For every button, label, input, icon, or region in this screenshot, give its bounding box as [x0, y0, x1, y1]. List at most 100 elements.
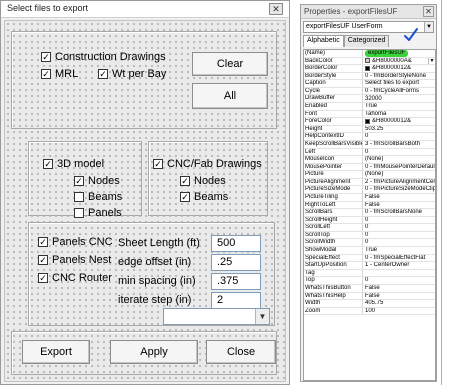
property-row[interactable]: BorderColor &H80000012&	[304, 65, 435, 73]
checkbox-box[interactable]: ✓	[38, 273, 48, 283]
checkbox-box[interactable]: ✓	[153, 159, 163, 169]
checkbox-box[interactable]: ✓	[98, 69, 108, 79]
property-row[interactable]: StartUpPosition 1 - CenterOwner	[304, 262, 435, 270]
property-value[interactable]: False	[363, 285, 435, 292]
tab-alphabetic[interactable]: Alphabetic	[303, 35, 344, 47]
properties-titlebar[interactable]: Properties - exportFilesUF ✕	[301, 5, 436, 19]
property-row[interactable]: Tag	[304, 269, 435, 278]
min-spacing-input[interactable]: .375	[211, 273, 261, 290]
checkbox-panels-nest[interactable]: ✓ Panels Nest	[38, 254, 111, 266]
checkbox-box[interactable]: ✓	[43, 159, 53, 169]
property-row[interactable]: ScrollWidth 0	[304, 239, 435, 248]
checkbox-box[interactable]	[74, 208, 84, 218]
property-value[interactable]: 0	[363, 217, 435, 224]
property-value[interactable]: &H80000012&	[363, 118, 435, 125]
property-value[interactable]: Select files to export	[363, 80, 435, 87]
checkbox-cnc-router[interactable]: ✓ CNC Router	[38, 272, 112, 284]
checkbox-3d-beams[interactable]: Beams	[74, 191, 122, 203]
sheet-length-input[interactable]: 500	[211, 235, 261, 252]
checkbox-cnc-beams[interactable]: ✓ Beams	[180, 191, 228, 203]
property-value[interactable]: True	[363, 103, 435, 110]
property-value[interactable]: Tahoma	[363, 111, 435, 118]
checkbox-3d-model[interactable]: ✓ 3D model	[43, 158, 104, 170]
all-button[interactable]: All	[192, 83, 268, 109]
chevron-down-icon[interactable]: ▼	[255, 309, 269, 324]
property-row[interactable]: ScrollTop 0	[304, 231, 435, 240]
property-row[interactable]: BackColor &H8000000A& ▼	[304, 57, 435, 66]
property-value[interactable]: False	[363, 293, 435, 300]
property-value[interactable]: 32000	[363, 95, 435, 102]
property-row[interactable]: PictureAlignment 2 - fmPictureAlignmentCe…	[304, 178, 435, 187]
property-row[interactable]: HelpContextID 0	[304, 133, 435, 141]
property-row[interactable]: MouseIcon (None)	[304, 156, 435, 164]
clear-button[interactable]: Clear	[192, 52, 268, 76]
property-row[interactable]: (Name) exportFilesUF	[304, 50, 435, 58]
property-row[interactable]: WhatsThisButton False	[304, 284, 435, 293]
property-row[interactable]: ScrollHeight 0	[304, 216, 435, 225]
property-value[interactable]: 0 - fmSpecialEffectFlat	[363, 255, 435, 262]
userform-titlebar[interactable]: Select files to export ✕	[1, 1, 289, 18]
tab-categorized[interactable]: Categorized	[343, 35, 390, 47]
property-value[interactable]: 1 - CenterOwner	[363, 262, 435, 269]
property-row[interactable]: PictureSizeMode 0 - fmPictureSizeModeClip	[304, 186, 435, 194]
checkbox-3d-panels[interactable]: Panels	[74, 207, 122, 219]
property-value[interactable]: 0	[363, 149, 435, 156]
property-row[interactable]: Width 405.75	[304, 300, 435, 308]
options-combobox[interactable]: ▼	[163, 308, 270, 325]
property-value[interactable]: 0	[363, 239, 435, 246]
checkbox-wt-per-bay[interactable]: ✓ Wt per Bay	[98, 68, 166, 80]
property-row[interactable]: Left 0	[304, 148, 435, 157]
checkbox-box[interactable]: ✓	[41, 52, 51, 62]
checkbox-box[interactable]: ✓	[180, 176, 190, 186]
property-row[interactable]: RightToLeft False	[304, 201, 435, 210]
property-row[interactable]: ShowModal True	[304, 247, 435, 255]
close-icon[interactable]: ✕	[269, 3, 283, 15]
property-value[interactable]: False	[363, 202, 435, 209]
property-row[interactable]: DrawBuffer 32000	[304, 95, 435, 104]
checkbox-box[interactable]: ✓	[38, 255, 48, 265]
property-row[interactable]: Caption Select files to export	[304, 80, 435, 88]
apply-button[interactable]: Apply	[110, 340, 198, 364]
checkbox-box[interactable]: ✓	[41, 69, 51, 79]
property-value[interactable]: 503.25	[363, 126, 435, 133]
property-value[interactable]: &H8000000A& ▼	[363, 57, 435, 65]
property-value[interactable]	[363, 270, 435, 277]
property-value[interactable]: exportFilesUF	[363, 50, 435, 57]
property-value[interactable]: 0 - fmCycleAllForms	[363, 88, 435, 95]
checkbox-construction-drawings[interactable]: ✓ Construction Drawings	[41, 51, 166, 63]
property-value[interactable]: 0 - fmMousePointerDefault	[363, 164, 435, 171]
property-value[interactable]: 100	[363, 308, 435, 315]
property-value[interactable]: 0 - fmScrollBarsNone	[363, 209, 435, 216]
checkbox-box[interactable]: ✓	[180, 192, 190, 202]
edge-offset-input[interactable]: .25	[211, 254, 261, 271]
checkbox-cnc-nodes[interactable]: ✓ Nodes	[180, 175, 226, 187]
property-row[interactable]: ForeColor &H80000012&	[304, 118, 435, 126]
close-button[interactable]: Close	[206, 340, 276, 364]
chevron-down-icon[interactable]: ▼	[428, 57, 435, 65]
property-row[interactable]: SpecialEffect 0 - fmSpecialEffectFlat	[304, 254, 435, 263]
checkbox-cnc-fab-drawings[interactable]: ✓ CNC/Fab Drawings	[153, 158, 262, 170]
property-row[interactable]: MousePointer 0 - fmMousePointerDefault	[304, 163, 435, 172]
property-value[interactable]: 405.75	[363, 300, 435, 307]
checkbox-panels-cnc[interactable]: ✓ Panels CNC	[38, 236, 113, 248]
property-value[interactable]: &H80000012&	[363, 65, 435, 72]
property-value[interactable]: (None)	[363, 171, 435, 178]
property-row[interactable]: Picture (None)	[304, 171, 435, 179]
property-row[interactable]: PictureTiling False	[304, 193, 435, 202]
chevron-down-icon[interactable]: ▼	[424, 22, 433, 32]
close-icon[interactable]: ✕	[423, 6, 434, 17]
property-value[interactable]: 0 - fmBorderStyleNone	[363, 73, 435, 80]
property-row[interactable]: Height 503.25	[304, 125, 435, 134]
property-row[interactable]: Cycle 0 - fmCycleAllForms	[304, 87, 435, 96]
checkbox-box[interactable]: ✓	[38, 237, 48, 247]
property-row[interactable]: Enabled True	[304, 103, 435, 111]
property-row[interactable]: ScrollBars 0 - fmScrollBarsNone	[304, 209, 435, 217]
property-value[interactable]: 0	[363, 224, 435, 231]
property-row[interactable]: Top 0	[304, 277, 435, 285]
property-value[interactable]: 2 - fmPictureAlignmentCenter	[363, 179, 435, 186]
property-row[interactable]: Font Tahoma	[304, 110, 435, 119]
checkbox-mrl[interactable]: ✓ MRL	[41, 68, 78, 80]
property-value[interactable]: (None)	[363, 156, 435, 163]
property-value[interactable]: 0	[363, 133, 435, 140]
property-value[interactable]: 0	[363, 277, 435, 284]
